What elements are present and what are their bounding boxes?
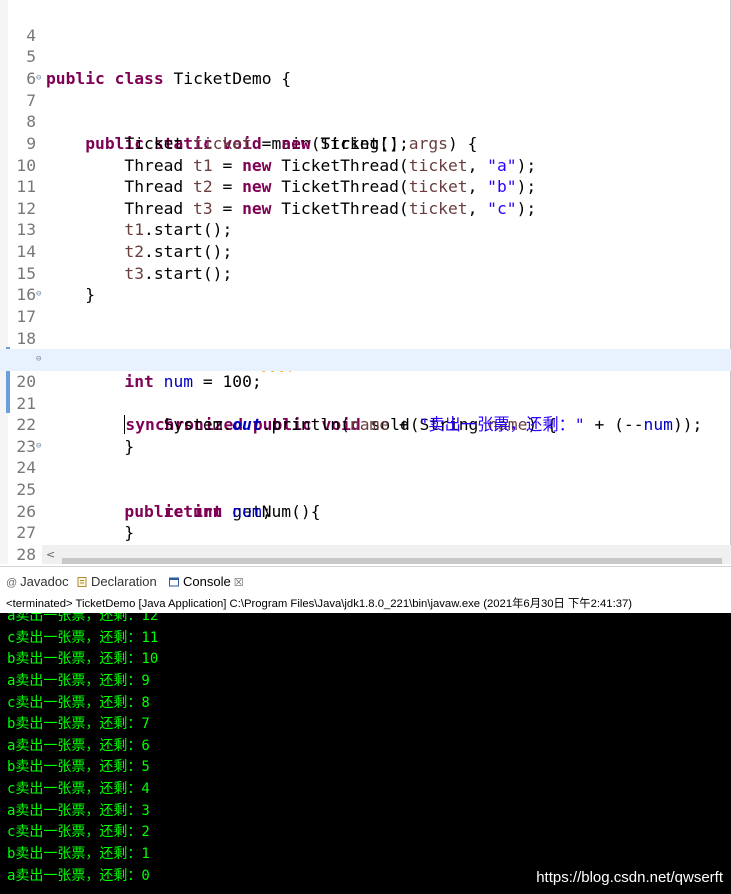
console-line: c卖出一张票，还剩：11 <box>7 629 159 646</box>
tab-label: Javadoc <box>20 574 69 589</box>
fold-collapse-icon[interactable]: ⊖ <box>36 68 41 90</box>
console-line: a卖出一张票，还剩：12 <box>7 613 159 624</box>
tab-javadoc[interactable]: @ Javadoc <box>6 567 69 595</box>
fold-collapse-icon[interactable]: ⊖ <box>36 349 41 371</box>
code-line: 12 t1.start(); <box>0 176 731 240</box>
code-line: 9 Thread t1 = new TicketThread(ticket, "… <box>0 111 731 175</box>
code-line: 27 } <box>0 501 731 564</box>
console-line: c卖出一张票，还剩：2 <box>7 824 150 841</box>
code-line: 19 int num = 100; <box>0 328 731 391</box>
code-line: 18 // AtomicInteger num = new AtomicInte… <box>0 306 731 370</box>
code-lines: 4 5 public class TicketDemo { 6 7 ⊖ publ… <box>0 3 731 564</box>
console-status-line: <terminated> TicketDemo [Java Applicatio… <box>0 594 731 613</box>
console-line: b卖出一张票，还剩：5 <box>7 759 150 776</box>
code-line: 7 ⊖ public static void main(String[] arg… <box>0 68 731 153</box>
console-line: a卖出一张票，还剩：0 <box>7 867 150 884</box>
console-line: b卖出一张票，还剩：1 <box>7 846 150 863</box>
console-icon <box>169 577 179 587</box>
watermark: https://blog.csdn.net/qwserft <box>536 869 723 886</box>
code-line: 4 <box>0 3 731 45</box>
console-line: b卖出一张票，还剩：10 <box>7 651 159 668</box>
code-editor[interactable]: 4 5 public class TicketDemo { 6 7 ⊖ publ… <box>0 0 731 564</box>
tab-declaration[interactable]: Declaration <box>77 567 157 595</box>
code-line: 10 Thread t2 = new TicketThread(ticket, … <box>0 133 731 197</box>
code-line: 16 <box>0 263 731 304</box>
scroll-left-arrow-icon[interactable]: < <box>46 545 55 564</box>
console-line: a卖出一张票，还剩：6 <box>7 737 150 754</box>
tab-label: Declaration <box>91 574 157 589</box>
code-line: 23 <box>0 414 731 456</box>
declaration-icon <box>77 577 87 587</box>
scrollbar-thumb[interactable] <box>62 558 722 564</box>
console-line: c卖出一张票，还剩：4 <box>7 781 150 798</box>
console-lines: a卖出一张票，还剩：12 c卖出一张票，还剩：11 b卖出一张票，还剩：10 a… <box>0 613 158 887</box>
close-icon[interactable]: ☒ <box>234 577 244 589</box>
code-line: 21 System.out.println(name + "卖出一张票，还剩："… <box>0 371 731 435</box>
code-line: 22 } <box>0 393 731 456</box>
console-line: b卖出一张票，还剩：7 <box>7 716 150 733</box>
code-line: 6 <box>0 46 731 88</box>
tab-label: Console <box>183 574 231 589</box>
line-number: 28 <box>16 545 36 565</box>
code-line: 13 t2.start(); <box>0 198 731 261</box>
console-output[interactable]: a卖出一张票，还剩：12 c卖出一张票，还剩：11 b卖出一张票，还剩：10 a… <box>0 613 731 894</box>
console-line: a卖出一张票，还剩：3 <box>7 802 150 819</box>
fold-collapse-icon[interactable]: ⊖ <box>36 284 41 306</box>
code-line: 14 t3.start(); <box>0 219 731 283</box>
at-icon: @ <box>6 577 18 589</box>
code-line: 11 Thread t3 = new TicketThread(ticket, … <box>0 154 731 218</box>
console-line: a卖出一张票，还剩：9 <box>7 672 150 689</box>
code-line: 5 public class TicketDemo { <box>0 25 731 88</box>
current-code-line: 20 ⊖ synchronized public void sold(Strin… <box>0 349 731 435</box>
code-line: 8 Ticket ticket = new Ticket(); <box>0 90 731 153</box>
tab-console[interactable]: Console ☒ <box>169 567 244 595</box>
code-line: 15 } <box>0 241 731 305</box>
code-line: 26 } <box>0 479 731 543</box>
console-line: c卖出一张票，还剩：8 <box>7 694 150 711</box>
fold-collapse-icon[interactable]: ⊖ <box>36 436 41 458</box>
code-line: 28 <box>0 522 731 564</box>
horizontal-scrollbar[interactable]: < <box>42 545 731 564</box>
code-line: 25 return num; <box>0 457 731 521</box>
code-line: 24 ⊖ public int getNum(){ <box>0 436 731 521</box>
code-line: 17 ⊖ public static class Ticket{ <box>0 284 731 369</box>
view-tab-bar: @ Javadoc Declaration Console ☒ <box>0 566 731 594</box>
